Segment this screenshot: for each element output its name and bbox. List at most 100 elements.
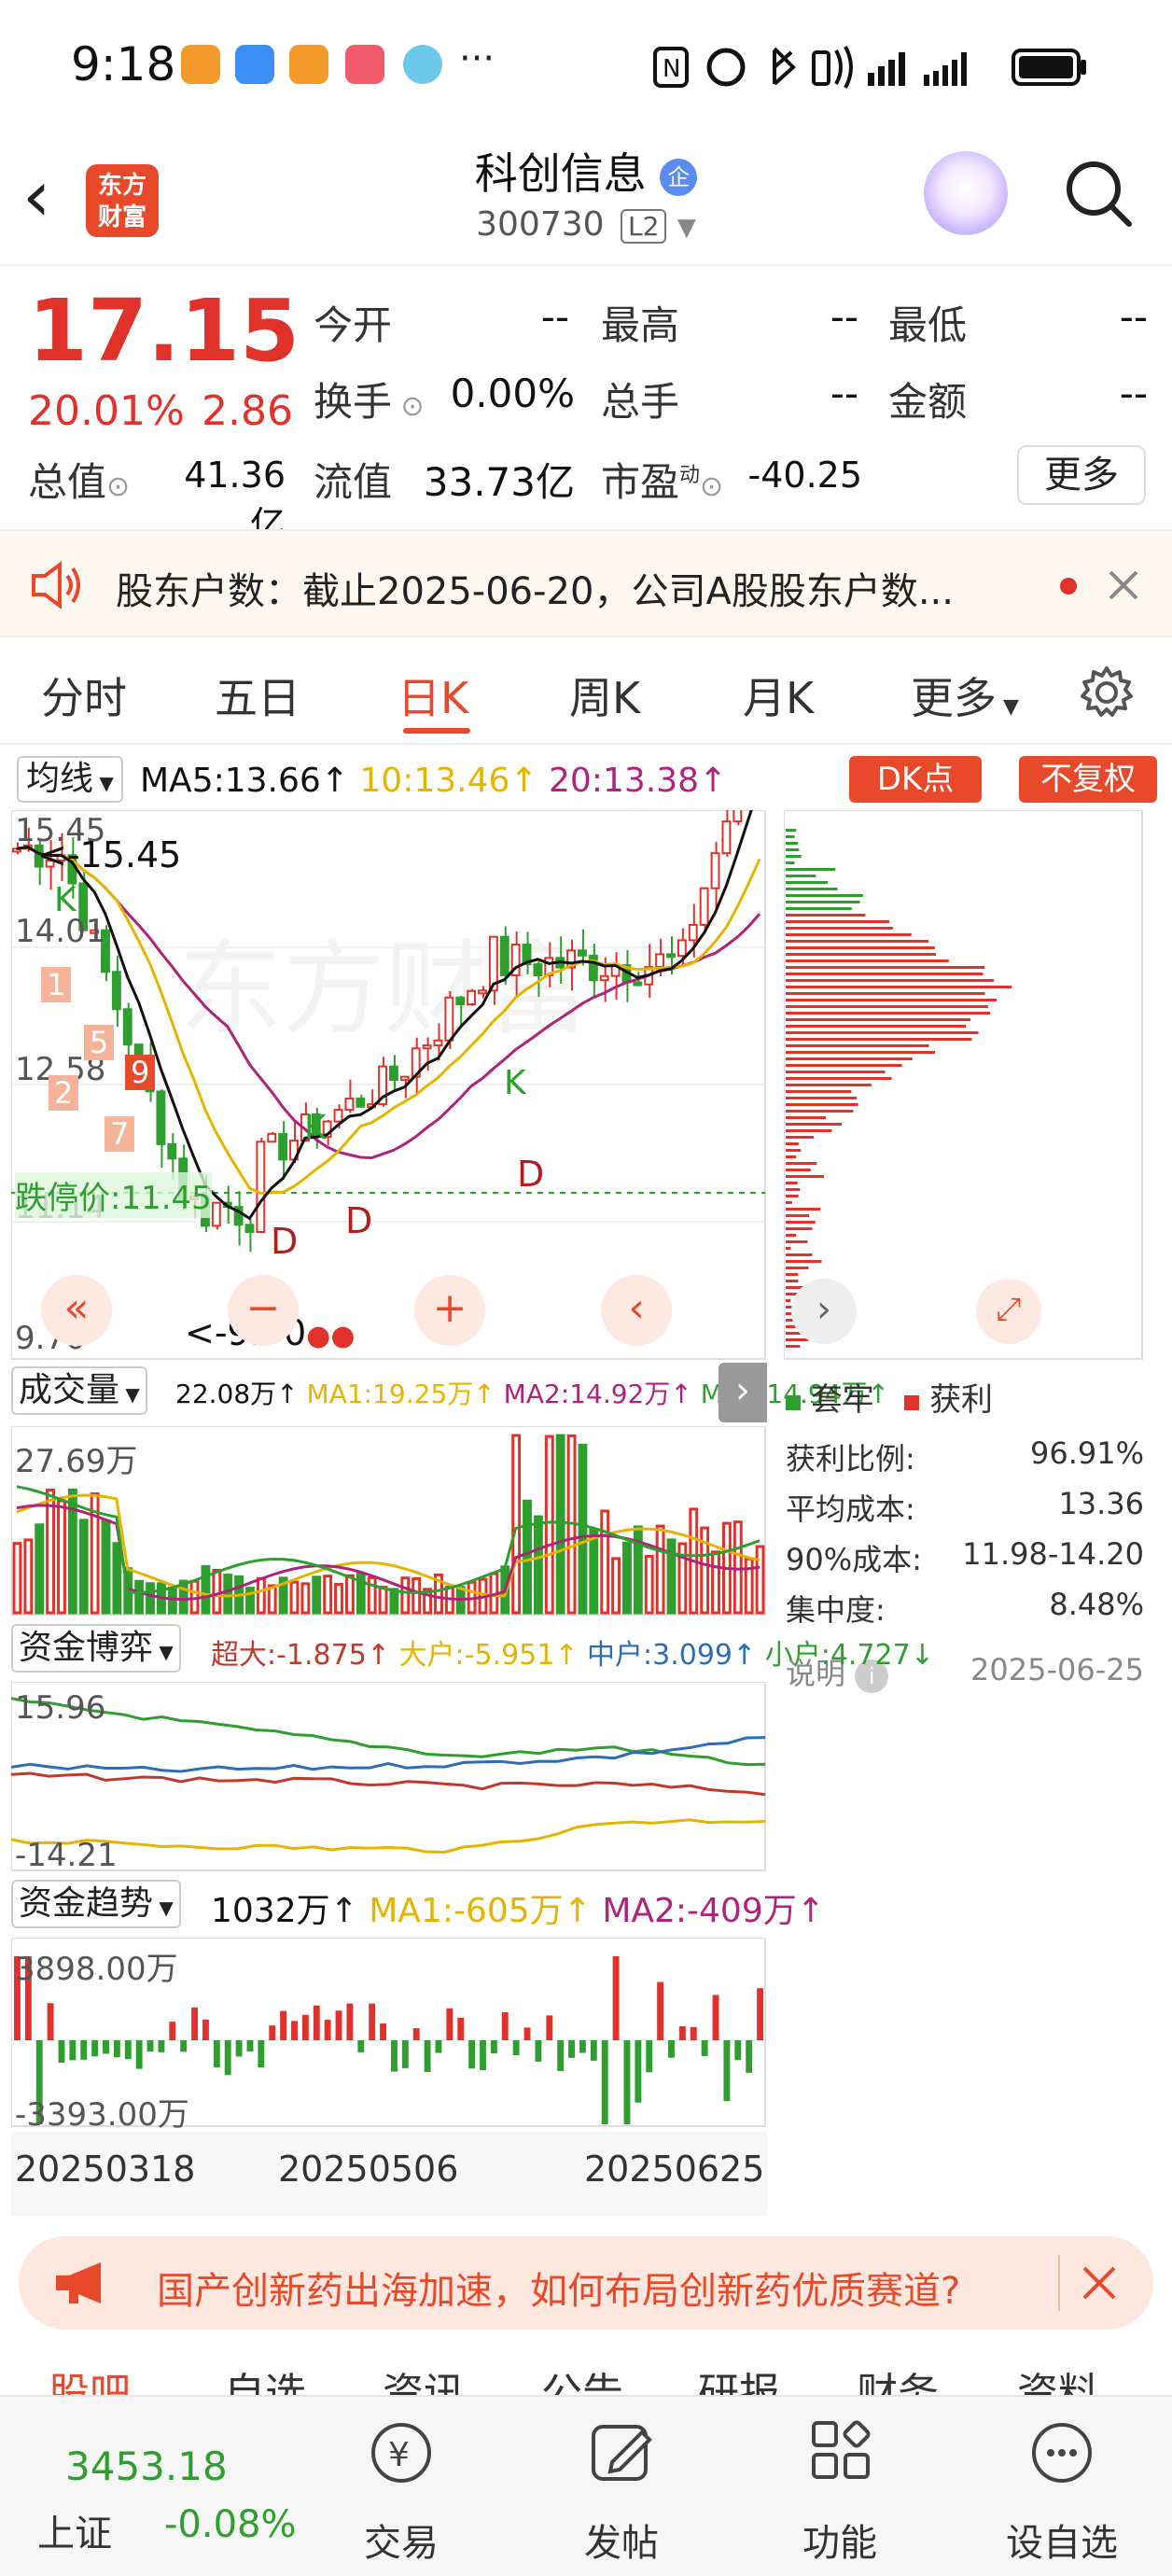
tab-more-label: 更多 bbox=[911, 673, 997, 723]
indicator-selector[interactable]: 均线 ▼ bbox=[17, 756, 123, 803]
volume-bar bbox=[655, 1524, 665, 1615]
high-value: -- bbox=[830, 294, 858, 340]
fund-trend-ma2: MA2:-409万 bbox=[602, 1892, 797, 1930]
candle bbox=[578, 949, 587, 957]
candle bbox=[433, 1039, 443, 1047]
subtab-reports[interactable]: 研报 bbox=[698, 2359, 780, 2395]
dk-point-button[interactable]: DK点 bbox=[849, 756, 982, 803]
mid-value: 中户:3.099 bbox=[587, 1639, 733, 1672]
info-icon[interactable]: ⊙ bbox=[106, 470, 130, 503]
tab-five-day[interactable]: 五日 bbox=[215, 665, 300, 726]
candle bbox=[499, 935, 509, 976]
more-button[interactable]: 更多 bbox=[1017, 445, 1146, 505]
chevron-left-icon[interactable]: ‹ bbox=[601, 1275, 672, 1346]
tab-monthly-k[interactable]: 月K bbox=[743, 665, 814, 726]
chip-bar bbox=[786, 829, 797, 832]
fund-trend-bar bbox=[80, 2040, 88, 2060]
index-change[interactable]: -0.08% bbox=[164, 2503, 297, 2546]
chip-bar bbox=[786, 875, 816, 877]
fund-trend-bar bbox=[202, 2019, 209, 2040]
tab-more[interactable]: 更多 ▼ bbox=[911, 665, 1019, 726]
volume-bar bbox=[400, 1576, 411, 1615]
more-circle-icon[interactable] bbox=[1026, 2417, 1097, 2488]
fund-trend-bar bbox=[468, 2040, 476, 2069]
fund-trend-selector[interactable]: 资金趋势 ▼ bbox=[11, 1880, 181, 1928]
chip-bar bbox=[786, 1116, 827, 1119]
chip-bar bbox=[786, 1267, 809, 1269]
app-icon bbox=[289, 45, 328, 84]
candle bbox=[455, 996, 466, 1006]
fund-trend-bar bbox=[113, 2040, 120, 2058]
up-arrow: ↑ bbox=[473, 1379, 495, 1409]
chart-area: 均线 ▼ MA5:13.66↑ 10:13.46↑ 20:13.38↑ DK点 … bbox=[0, 747, 1172, 2231]
trade-icon[interactable]: ¥ bbox=[366, 2417, 437, 2488]
count-marker: 1 bbox=[41, 967, 72, 1002]
subtab-guba[interactable]: 股吧 bbox=[49, 2359, 131, 2395]
info-icon[interactable]: ⊙ bbox=[700, 470, 723, 503]
fund-trend-bar bbox=[91, 2040, 99, 2057]
fund-trend-bar bbox=[424, 2040, 431, 2072]
nav-post[interactable]: 发帖 bbox=[528, 2513, 715, 2567]
index-value[interactable]: 3453.18 bbox=[65, 2443, 228, 2489]
volume-bar bbox=[644, 1554, 654, 1615]
search-icon[interactable] bbox=[1064, 159, 1133, 228]
subtab-finance[interactable]: 财务 bbox=[857, 2359, 939, 2395]
adjustment-button[interactable]: 不复权 bbox=[1019, 756, 1157, 803]
subtab-news[interactable]: 资讯 bbox=[383, 2359, 465, 2395]
expand-icon[interactable]: ⤢ bbox=[976, 1279, 1041, 1344]
chevron-right-icon[interactable]: › bbox=[791, 1279, 857, 1344]
notice-bar[interactable]: 股东户数：截止2025-06-20，公司A股股东户数... bbox=[0, 529, 1172, 637]
nav-functions[interactable]: 功能 bbox=[746, 2513, 933, 2567]
volume-bar bbox=[511, 1434, 522, 1615]
post-icon[interactable] bbox=[586, 2417, 657, 2488]
info-icon[interactable]: ⊙ bbox=[392, 390, 425, 423]
chip-bar bbox=[786, 868, 836, 871]
tab-intraday[interactable]: 分时 bbox=[41, 665, 127, 726]
zoom-in-button[interactable]: + bbox=[414, 1275, 485, 1346]
functions-icon[interactable] bbox=[806, 2417, 877, 2488]
candle bbox=[344, 1097, 355, 1112]
zoom-out-button[interactable]: − bbox=[228, 1275, 299, 1346]
candle bbox=[666, 953, 676, 959]
fund-trend-bar bbox=[678, 2026, 686, 2040]
volume-bar bbox=[622, 1541, 632, 1615]
fund-trend-bar bbox=[612, 1956, 620, 2040]
fund-game-selector[interactable]: 资金博弈 ▼ bbox=[11, 1624, 181, 1673]
subtab-profile[interactable]: 资料 bbox=[1017, 2359, 1099, 2395]
index-name[interactable]: 上证 bbox=[37, 2503, 112, 2557]
chip-bar bbox=[786, 1136, 815, 1139]
chip-bar bbox=[786, 1195, 799, 1197]
gear-icon[interactable] bbox=[1079, 665, 1135, 721]
current-price: 17.15 bbox=[28, 281, 300, 381]
rewind-button[interactable]: « bbox=[41, 1275, 112, 1346]
chip-row-value: 11.98-14.20 bbox=[962, 1536, 1144, 1572]
active-tab-indicator bbox=[403, 728, 470, 734]
chip-bar bbox=[786, 1142, 799, 1145]
volume-bar bbox=[112, 1542, 122, 1615]
count-marker: 2 bbox=[49, 1075, 79, 1111]
tab-weekly-k[interactable]: 周K bbox=[569, 665, 640, 726]
fund-trend-bar bbox=[557, 2040, 565, 2071]
nav-add-watchlist[interactable]: 设自选 bbox=[969, 2513, 1155, 2567]
subtab-announcements[interactable]: 公告 bbox=[541, 2359, 623, 2395]
fund-trend-bar bbox=[579, 2040, 586, 2053]
close-icon[interactable] bbox=[1107, 568, 1140, 602]
chip-bar bbox=[786, 1221, 816, 1224]
fund-trend-bar bbox=[601, 2040, 608, 2124]
promo-banner[interactable]: 国产创新药出海加速，如何布局创新药优质赛道? bbox=[19, 2236, 1153, 2330]
chip-bar bbox=[786, 1338, 809, 1341]
fund-trend-bar bbox=[380, 2023, 386, 2040]
fund-trend-bar bbox=[224, 2040, 231, 2076]
subtab-watchlist[interactable]: 自选 bbox=[224, 2359, 306, 2395]
total-value-label: 总值⊙ bbox=[28, 451, 130, 508]
expand-panel-button[interactable]: › bbox=[719, 1363, 767, 1422]
tab-daily-k[interactable]: 日K bbox=[398, 665, 468, 726]
volume-bar bbox=[589, 1528, 599, 1615]
volume-selector[interactable]: 成交量 ▼ bbox=[11, 1366, 147, 1415]
chip-bar bbox=[786, 1077, 892, 1080]
close-icon[interactable] bbox=[1081, 2264, 1118, 2302]
assistant-avatar[interactable] bbox=[924, 151, 1008, 235]
enterprise-badge: 企 bbox=[660, 158, 698, 196]
chevron-down-icon: ▼ bbox=[677, 214, 696, 242]
nav-trade[interactable]: 交易 bbox=[308, 2513, 495, 2567]
